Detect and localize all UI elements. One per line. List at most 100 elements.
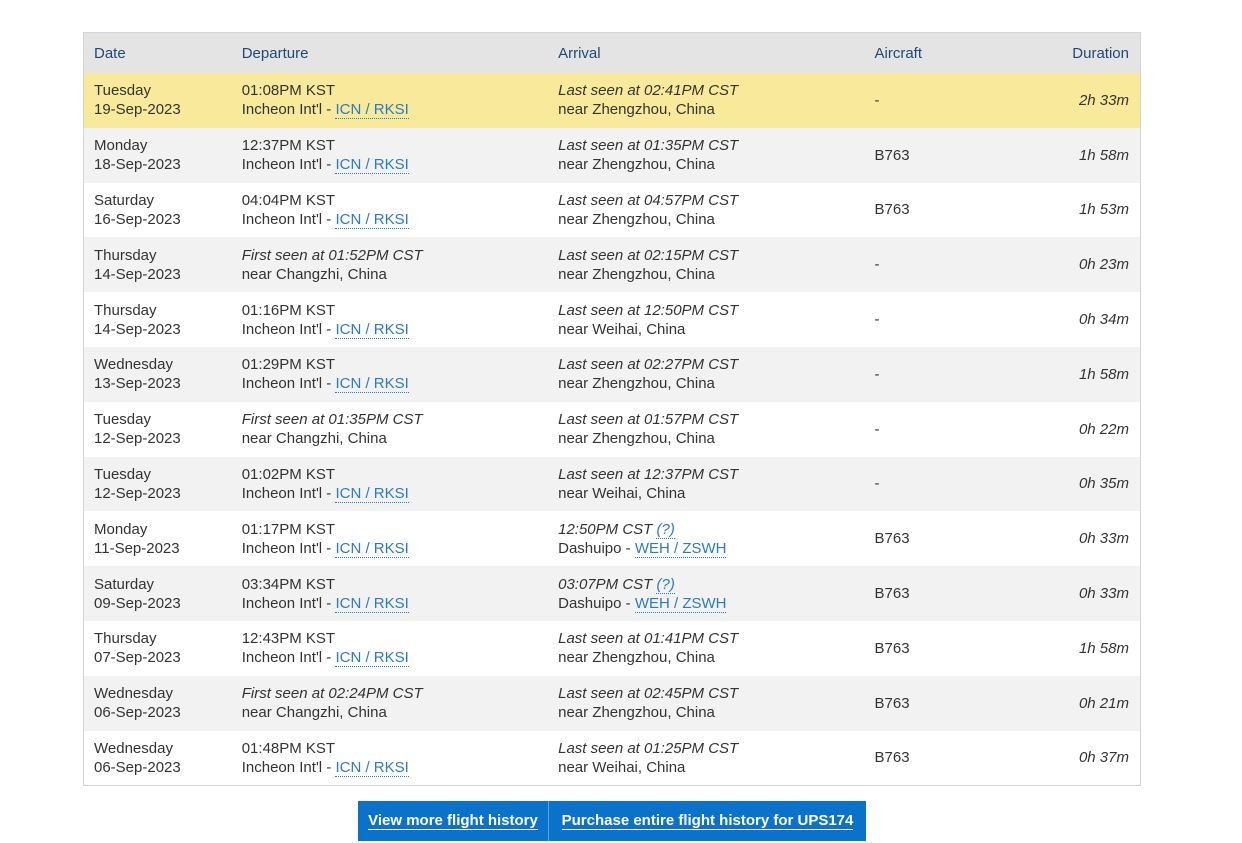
departure-cell: First seen at 02:24PM CST near Changzhi, … xyxy=(242,684,558,722)
date-cell: Thursday 07-Sep-2023 xyxy=(84,629,242,667)
departure-time: 04:04PM KST xyxy=(241,191,336,209)
date-cell: Wednesday 13-Sep-2023 xyxy=(84,355,242,393)
arrival-time-text: Last seen at 01:25PM CST xyxy=(558,739,739,757)
departure-airport-link[interactable]: ICN / RKSI xyxy=(335,320,409,339)
header-date[interactable]: Date xyxy=(84,44,242,63)
table-row[interactable]: Tuesday 12-Sep-2023 01:02PM KST Incheon Int… xyxy=(84,456,1140,512)
arrival-cell: Last seen at 01:35PM CST near Zhengzhou, … xyxy=(558,136,874,174)
arrival-place: near Zhengzhou, China xyxy=(558,704,715,722)
purchase-history-button[interactable]: Purchase entire flight history for UPS17… xyxy=(549,801,866,841)
departure-time: First seen at 01:52PM CST xyxy=(241,246,423,264)
header-arrival[interactable]: Arrival xyxy=(558,44,874,63)
departure-time: 01:02PM KST xyxy=(241,465,336,483)
arrival-airport-link[interactable]: WEH / ZSWH xyxy=(634,539,727,558)
day-of-week: Wednesday xyxy=(94,356,173,374)
day-of-week: Monday xyxy=(94,137,148,155)
aircraft-cell: B763 xyxy=(874,146,910,164)
header-departure[interactable]: Departure xyxy=(242,44,558,63)
arrival-cell: Last seen at 02:45PM CST near Zhengzhou, … xyxy=(558,684,874,722)
departure-airport-link[interactable]: ICN / RKSI xyxy=(335,101,409,120)
aircraft-cell: - xyxy=(874,311,880,329)
aircraft-cell: B763 xyxy=(874,694,910,712)
arrival-time-text: Last seen at 12:37PM CST xyxy=(558,465,739,483)
duration-cell: 0h 33m xyxy=(1078,585,1129,603)
view-more-history-button[interactable]: View more flight history xyxy=(358,801,549,841)
departure-place: Incheon Int'l - xyxy=(241,539,336,557)
aircraft-cell: - xyxy=(874,420,880,438)
arrival-time: Last seen at 01:25PM CST xyxy=(558,739,874,758)
header-duration[interactable]: Duration xyxy=(1034,44,1140,63)
departure-location: near Changzhi, China xyxy=(242,703,558,722)
table-row[interactable]: Saturday 16-Sep-2023 04:04PM KST Incheon In… xyxy=(84,182,1140,238)
arrival-location: near Zhengzhou, China xyxy=(558,210,874,229)
arrival-location: Dashuipo - WEH / ZSWH xyxy=(558,594,874,613)
table-row[interactable]: Tuesday 12-Sep-2023 First seen at 01:35PM … xyxy=(84,401,1140,457)
departure-airport-link[interactable]: ICN / RKSI xyxy=(335,594,409,613)
day-of-week: Thursday xyxy=(94,246,157,264)
arrival-time: 03:07PM CST (?) xyxy=(558,575,874,594)
departure-airport-link[interactable]: ICN / RKSI xyxy=(335,758,409,777)
arrival-time-text: 12:50PM CST xyxy=(558,520,657,538)
table-row[interactable]: Wednesday 06-Sep-2023 First seen at 02:24P… xyxy=(84,675,1140,731)
arrival-place: near Zhengzhou, China xyxy=(558,375,715,393)
departure-airport-link[interactable]: ICN / RKSI xyxy=(335,649,409,668)
date-cell: Thursday 14-Sep-2023 xyxy=(84,301,242,339)
departure-time: 01:16PM KST xyxy=(241,301,336,319)
arrival-time: Last seen at 01:41PM CST xyxy=(558,629,874,648)
departure-location: Incheon Int'l - ICN / RKSI xyxy=(242,155,558,175)
departure-place: Incheon Int'l - xyxy=(241,210,336,228)
departure-location: Incheon Int'l - ICN / RKSI xyxy=(242,758,558,777)
arrival-help-link[interactable]: (?) xyxy=(656,575,675,594)
table-row[interactable]: Wednesday 13-Sep-2023 01:29PM KST Incheon I… xyxy=(84,346,1140,402)
flight-date: 12-Sep-2023 xyxy=(94,484,181,502)
flight-date: 11-Sep-2023 xyxy=(94,539,180,557)
arrival-location: Dashuipo - WEH / ZSWH xyxy=(558,539,874,558)
aircraft-cell: - xyxy=(874,91,880,109)
duration-cell: 0h 22m xyxy=(1078,420,1129,438)
arrival-airport-link[interactable]: WEH / ZSWH xyxy=(634,594,727,613)
date-cell: Tuesday 12-Sep-2023 xyxy=(84,465,242,503)
table-row[interactable]: Thursday 14-Sep-2023 First seen at 01:52PM… xyxy=(84,237,1140,293)
arrival-time: Last seen at 04:57PM CST xyxy=(558,191,874,210)
duration-cell: 0h 35m xyxy=(1078,475,1129,493)
departure-place: Incheon Int'l - xyxy=(241,758,336,776)
arrival-place: Dashuipo - xyxy=(558,594,635,612)
departure-time: First seen at 02:24PM CST xyxy=(241,685,423,703)
table-row[interactable]: Thursday 14-Sep-2023 01:16PM KST Incheon In… xyxy=(84,292,1140,347)
arrival-location: near Zhengzhou, China xyxy=(558,429,874,448)
arrival-time: Last seen at 02:27PM CST xyxy=(558,355,874,374)
departure-time: 01:29PM KST xyxy=(241,356,336,374)
table-row[interactable]: Monday 18-Sep-2023 12:37PM KST Incheon Int'… xyxy=(84,127,1140,183)
arrival-place: near Weihai, China xyxy=(558,484,686,502)
aircraft-cell: - xyxy=(874,475,880,493)
aircraft-cell: - xyxy=(874,365,880,383)
arrival-help-link[interactable]: (?) xyxy=(656,520,675,539)
day-of-week: Monday xyxy=(94,520,148,538)
table-row[interactable]: Saturday 09-Sep-2023 03:34PM KST Incheon In… xyxy=(84,566,1140,621)
departure-airport-link[interactable]: ICN / RKSI xyxy=(335,375,409,394)
departure-place: near Changzhi, China xyxy=(241,265,387,283)
departure-cell: 01:48PM KST Incheon Int'l - ICN / RKSI xyxy=(242,739,558,777)
departure-airport-link[interactable]: ICN / RKSI xyxy=(335,210,409,229)
departure-location: near Changzhi, China xyxy=(242,429,558,448)
departure-place: Incheon Int'l - xyxy=(241,484,336,502)
header-aircraft[interactable]: Aircraft xyxy=(875,44,1035,63)
departure-airport-link[interactable]: ICN / RKSI xyxy=(335,484,409,503)
arrival-place: near Weihai, China xyxy=(558,758,686,776)
arrival-cell: Last seen at 12:50PM CST near Weihai, Chi… xyxy=(558,301,874,339)
arrival-cell: Last seen at 01:41PM CST near Zhengzhou, … xyxy=(558,629,874,667)
arrival-place: near Zhengzhou, China xyxy=(558,101,715,119)
departure-airport-link[interactable]: ICN / RKSI xyxy=(335,156,409,175)
flight-date: 07-Sep-2023 xyxy=(94,649,181,667)
day-of-week: Saturday xyxy=(94,191,155,209)
table-row[interactable]: Monday 11-Sep-2023 01:17PM KST Incheon Int'… xyxy=(84,511,1140,567)
duration-cell: 0h 33m xyxy=(1078,530,1129,548)
departure-location: Incheon Int'l - ICN / RKSI xyxy=(242,320,558,339)
departure-time: 01:17PM KST xyxy=(241,520,336,538)
departure-airport-link[interactable]: ICN / RKSI xyxy=(335,539,409,558)
table-row[interactable]: Wednesday 06-Sep-2023 01:48PM KST Incheon I… xyxy=(84,730,1140,786)
table-row[interactable]: Tuesday 19-Sep-2023 01:08PM KST Incheon Int… xyxy=(84,73,1140,128)
table-row[interactable]: Thursday 07-Sep-2023 12:43PM KST Incheon In… xyxy=(84,620,1140,676)
day-of-week: Tuesday xyxy=(94,82,151,100)
date-cell: Monday 18-Sep-2023 xyxy=(84,136,242,174)
